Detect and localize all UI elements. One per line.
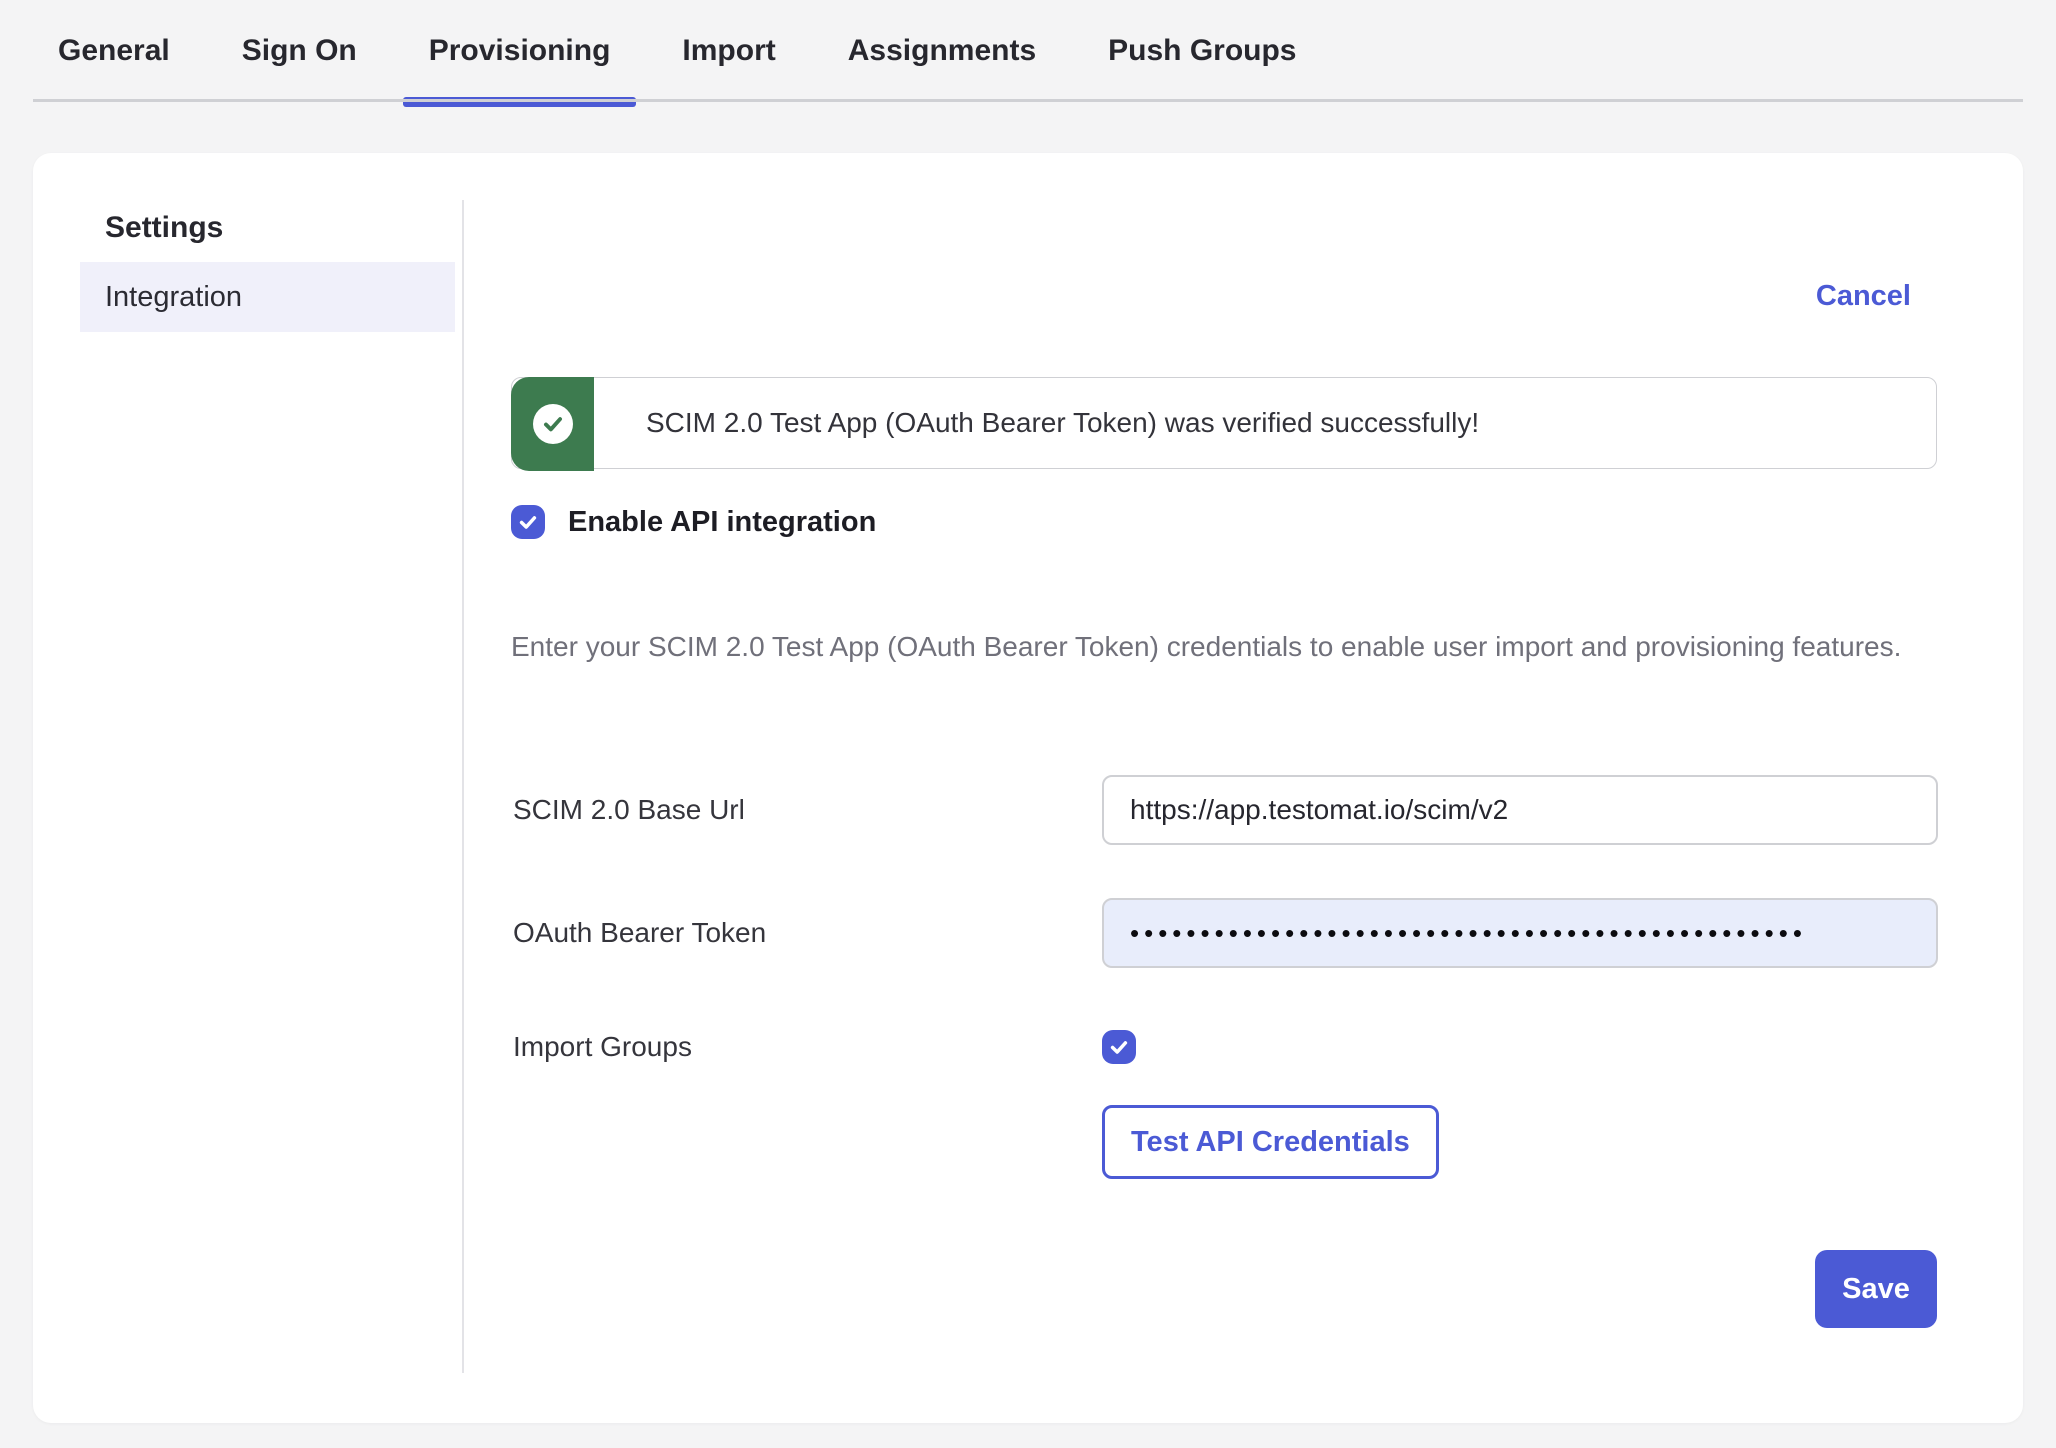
token-input[interactable] [1102,898,1938,968]
import-groups-checkbox[interactable] [1102,1030,1136,1064]
app-tabbar: General Sign On Provisioning Import Assi… [0,0,2056,102]
tab-push-groups[interactable]: Push Groups [1082,0,1322,102]
settings-sidebar: Settings Integration [33,153,462,1423]
tab-general[interactable]: General [32,0,196,102]
tabbar-divider [33,99,2023,102]
checkmark-icon [517,511,539,533]
base-url-label: SCIM 2.0 Base Url [513,775,745,845]
sidebar-divider [462,200,464,1373]
checkmark-icon [1108,1036,1130,1058]
success-check-icon [533,404,573,444]
sidebar-item-integration[interactable]: Integration [80,262,455,332]
base-url-row: SCIM 2.0 Base Url [511,775,1937,845]
sidebar-item-label: Integration [105,281,242,314]
success-banner-message: SCIM 2.0 Test App (OAuth Bearer Token) w… [646,378,1479,468]
test-api-credentials-button[interactable]: Test API Credentials [1102,1105,1439,1179]
tab-import[interactable]: Import [656,0,801,102]
success-banner: SCIM 2.0 Test App (OAuth Bearer Token) w… [511,377,1937,469]
enable-api-label: Enable API integration [568,506,876,539]
import-groups-label: Import Groups [513,1030,692,1064]
tab-assignments[interactable]: Assignments [822,0,1062,102]
tab-provisioning[interactable]: Provisioning [403,0,637,102]
save-button[interactable]: Save [1815,1250,1937,1328]
tab-sign-on[interactable]: Sign On [216,0,383,102]
credentials-description: Enter your SCIM 2.0 Test App (OAuth Bear… [511,623,1937,670]
integration-panel: Cancel SCIM 2.0 Test App (OAuth Bearer T… [511,153,1937,1423]
enable-api-checkbox[interactable] [511,505,545,539]
enable-api-row: Enable API integration [511,505,876,539]
success-banner-accent [511,377,594,471]
sidebar-heading: Settings [105,211,223,245]
base-url-input[interactable] [1102,775,1938,845]
token-label: OAuth Bearer Token [513,898,766,968]
cancel-link[interactable]: Cancel [1816,280,1911,313]
import-groups-row: Import Groups [511,1030,1937,1064]
token-row: OAuth Bearer Token [511,898,1937,968]
provisioning-settings-card: Settings Integration Cancel SCIM 2.0 Tes… [33,153,2023,1423]
